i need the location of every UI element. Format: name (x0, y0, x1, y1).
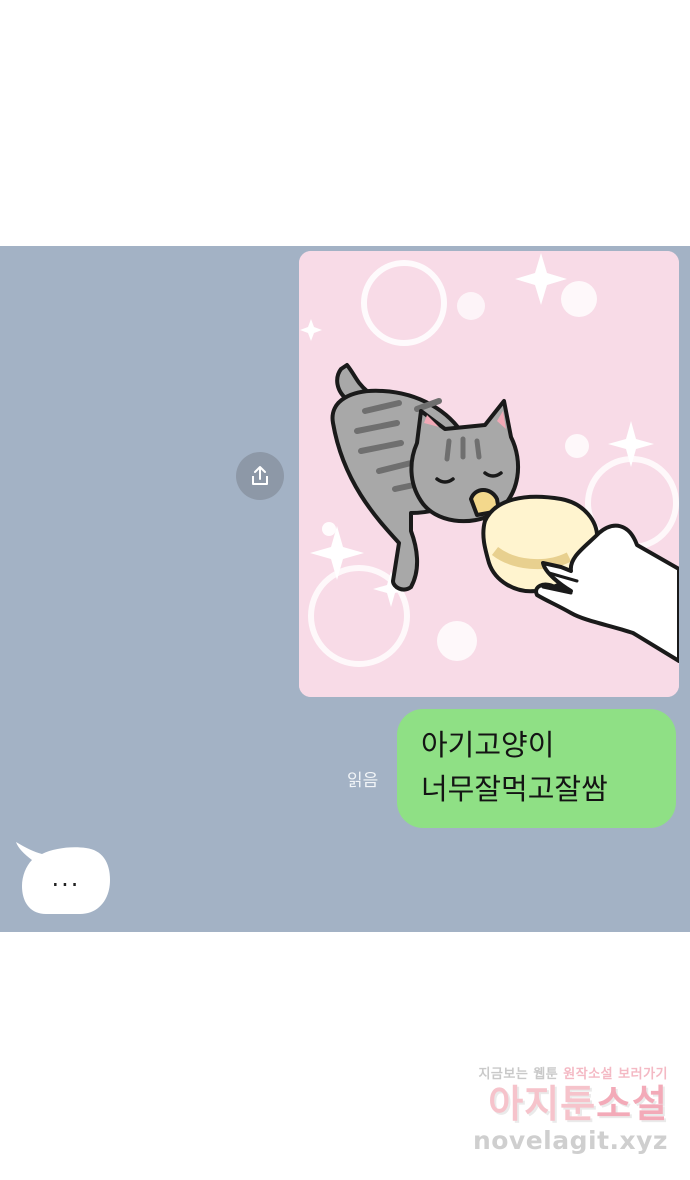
message-line-2: 너무잘먹고잘쌈 (421, 772, 608, 806)
share-button[interactable] (236, 452, 284, 500)
read-status: 읽음 (347, 771, 379, 791)
share-icon (252, 466, 268, 485)
watermark-brand: 아지툰소설 (473, 1082, 668, 1126)
typing-indicator: ... (51, 864, 81, 892)
watermark-tagline-part1: 지금보는 웹툰 (478, 1067, 559, 1082)
watermark-url: novelagit.xyz (472, 1126, 668, 1155)
image-message[interactable] (299, 251, 679, 697)
watermark-brand-part1: 아지툰 (488, 1082, 597, 1126)
sent-message-bubble[interactable]: 아기고양이 너무잘먹고잘쌈 (397, 709, 676, 828)
message-line-1: 아기고양이 (421, 728, 555, 762)
watermark-tagline: 지금보는 웹툰 원작소설 보러가기 (473, 1063, 668, 1082)
chat-area: 읽음 아기고양이 너무잘먹고잘쌈 ... (0, 246, 690, 932)
cat-feeding-bottle-illustration (299, 251, 679, 697)
watermark-brand-part2: 소설 (596, 1082, 668, 1126)
watermark-tagline-part2: 원작소설 보러가기 (563, 1067, 668, 1082)
watermark: 지금보는 웹툰 원작소설 보러가기 아지툰소설 novelagit.xyz (473, 1063, 668, 1156)
